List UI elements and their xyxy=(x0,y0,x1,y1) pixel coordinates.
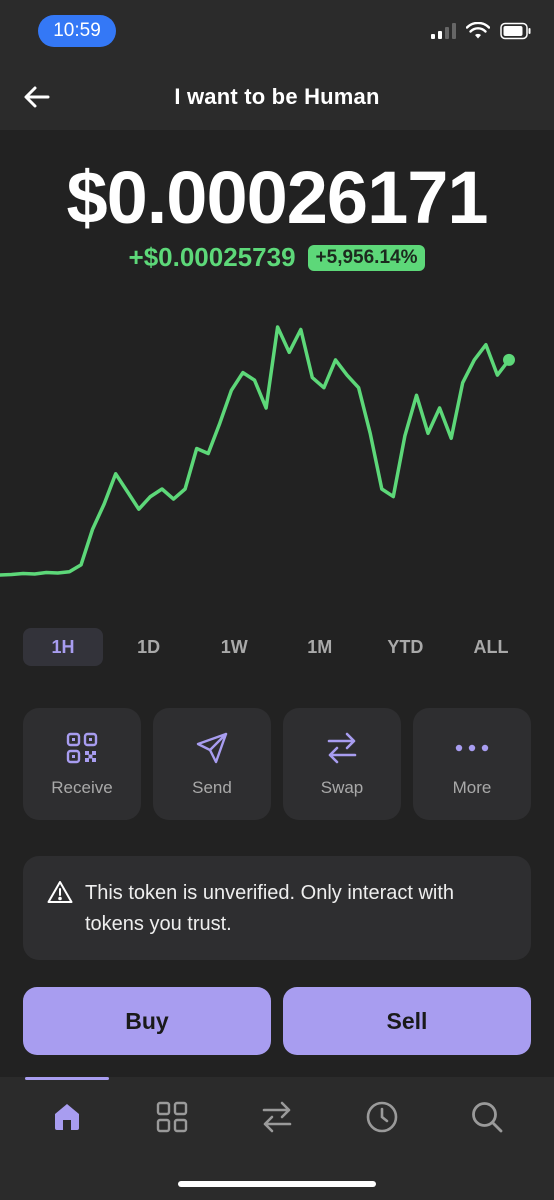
range-1w[interactable]: 1W xyxy=(194,628,274,666)
sell-button[interactable]: Sell xyxy=(283,987,531,1055)
action-buttons: Receive Send Swap More xyxy=(23,708,531,820)
swap-button[interactable]: Swap xyxy=(283,708,401,820)
time-range-selector: 1H 1D 1W 1M YTD ALL xyxy=(23,628,531,666)
price-change-row: +$0.00025739 +5,956.14% xyxy=(0,242,554,273)
range-all[interactable]: ALL xyxy=(451,628,531,666)
home-icon xyxy=(55,1104,79,1130)
tab-swap[interactable] xyxy=(247,1097,307,1137)
grid-icon xyxy=(156,1101,188,1133)
warning-triangle-icon xyxy=(47,881,73,903)
range-1h[interactable]: 1H xyxy=(23,628,103,666)
tab-home[interactable] xyxy=(37,1097,97,1137)
price-change-absolute: +$0.00025739 xyxy=(128,242,296,272)
swap-icon xyxy=(327,732,357,764)
more-label: More xyxy=(452,778,492,797)
status-bar: 10:59 xyxy=(0,0,554,62)
swap-label: Swap xyxy=(320,778,364,797)
tab-apps[interactable] xyxy=(142,1097,202,1137)
receive-button[interactable]: Receive xyxy=(23,708,141,820)
clock-icon xyxy=(366,1101,398,1133)
more-button[interactable]: More xyxy=(413,708,531,820)
price-change-percent-badge: +5,956.14% xyxy=(307,244,426,271)
range-ytd[interactable]: YTD xyxy=(365,628,445,666)
qr-code-icon xyxy=(66,732,98,764)
send-button[interactable]: Send xyxy=(153,708,271,820)
swap-icon xyxy=(262,1101,292,1133)
current-price-dot xyxy=(503,353,515,366)
status-time: 10:59 xyxy=(38,15,116,47)
send-icon xyxy=(196,732,228,764)
buy-button[interactable]: Buy xyxy=(23,987,271,1055)
token-price: $0.00026171 xyxy=(66,156,488,239)
search-icon xyxy=(472,1102,503,1133)
range-1m[interactable]: 1M xyxy=(280,628,360,666)
active-tab-indicator xyxy=(25,1077,109,1080)
range-1d[interactable]: 1D xyxy=(109,628,189,666)
trade-buttons: Buy Sell xyxy=(23,987,531,1055)
battery-icon xyxy=(500,22,531,40)
price-line xyxy=(0,325,511,577)
header: I want to be Human xyxy=(0,62,554,130)
home-indicator xyxy=(178,1181,376,1187)
page-title: I want to be Human xyxy=(174,84,380,109)
more-icon xyxy=(455,744,489,752)
tab-search[interactable] xyxy=(457,1097,517,1137)
price-chart[interactable] xyxy=(0,300,554,600)
warning-text: This token is unverified. Only interact … xyxy=(85,882,455,935)
tab-activity[interactable] xyxy=(352,1097,412,1137)
send-label: Send xyxy=(192,778,232,797)
wifi-icon xyxy=(466,22,490,39)
status-icons xyxy=(430,22,532,40)
receive-label: Receive xyxy=(51,778,113,797)
signal-icon xyxy=(431,23,456,39)
unverified-warning: This token is unverified. Only interact … xyxy=(23,856,531,960)
